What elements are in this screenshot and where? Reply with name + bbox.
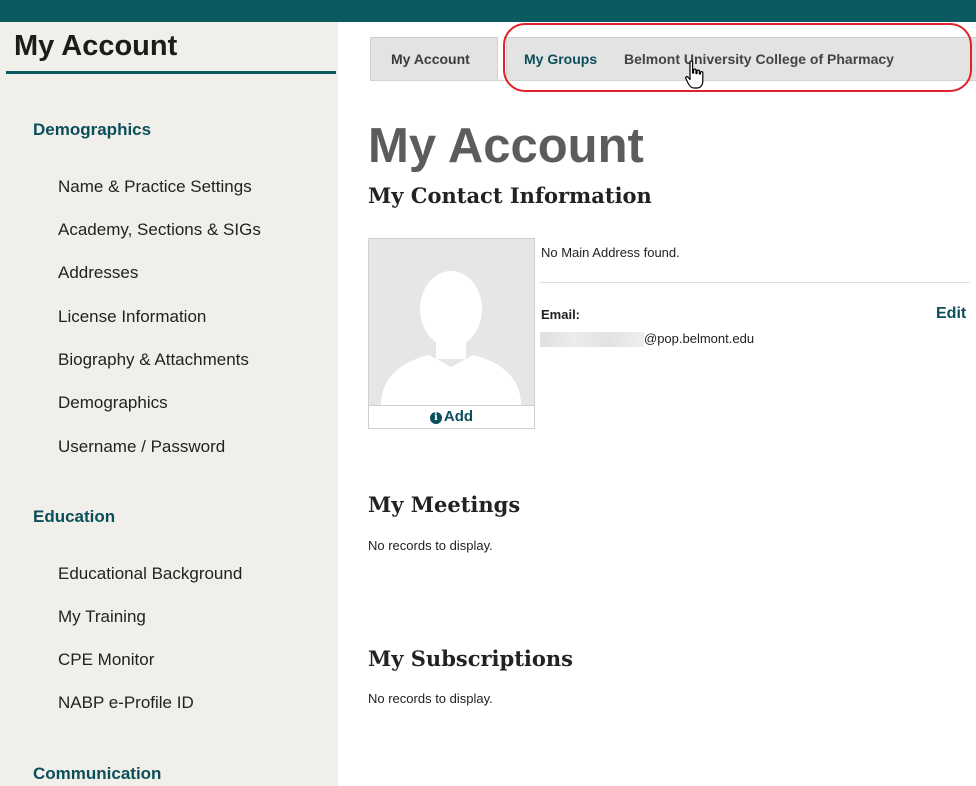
sidebar-item-academy-sections-sigs[interactable]: Academy, Sections & SIGs — [58, 220, 261, 240]
email-label: Email: — [541, 307, 581, 322]
sidebar-item-username-password[interactable]: Username / Password — [58, 437, 225, 457]
sidebar-item-nabp-e-profile-id[interactable]: NABP e-Profile ID — [58, 693, 194, 713]
subscriptions-empty-text: No records to display. — [368, 691, 493, 706]
sidebar-item-my-training[interactable]: My Training — [58, 607, 146, 627]
add-photo-button[interactable]: i Add — [369, 405, 534, 429]
no-address-text: No Main Address found. — [541, 245, 680, 260]
hand-pointer-cursor-icon — [685, 60, 704, 89]
tab-my-account[interactable]: My Account — [370, 37, 498, 81]
meetings-empty-text: No records to display. — [368, 538, 493, 553]
sidebar-item-license-information[interactable]: License Information — [58, 307, 206, 327]
contact-divider — [540, 282, 970, 283]
email-value: @pop.belmont.edu — [644, 331, 755, 346]
add-photo-label: Add — [443, 408, 474, 425]
edit-link[interactable]: Edit — [936, 305, 966, 323]
sidebar-heading-communication[interactable]: Communication — [33, 764, 161, 784]
email-redacted-blur — [540, 332, 644, 347]
meetings-title: My Meetings — [368, 492, 521, 517]
sidebar-item-educational-background[interactable]: Educational Background — [58, 564, 242, 584]
sidebar-heading-education[interactable]: Education — [33, 507, 115, 527]
top-bar — [0, 0, 976, 22]
sidebar-heading-demographics[interactable]: Demographics — [33, 120, 151, 140]
subscriptions-title: My Subscriptions — [368, 646, 573, 671]
contact-info-title: My Contact Information — [368, 183, 652, 208]
profile-photo-card: i Add — [368, 238, 535, 429]
sidebar-title: My Account — [14, 30, 178, 62]
page-title: My Account — [368, 119, 644, 173]
sidebar-item-addresses[interactable]: Addresses — [58, 263, 138, 283]
sidebar-title-divider — [6, 71, 336, 74]
annotation-highlight-oval — [503, 23, 972, 92]
sidebar-item-demographics[interactable]: Demographics — [58, 393, 168, 413]
profile-placeholder-icon — [369, 239, 534, 405]
info-icon: i — [429, 412, 442, 424]
sidebar-item-biography-attachments[interactable]: Biography & Attachments — [58, 350, 249, 370]
sidebar-item-cpe-monitor[interactable]: CPE Monitor — [58, 650, 154, 670]
sidebar-item-name-practice-settings[interactable]: Name & Practice Settings — [58, 177, 252, 197]
tab-my-account-label: My Account — [391, 51, 470, 67]
